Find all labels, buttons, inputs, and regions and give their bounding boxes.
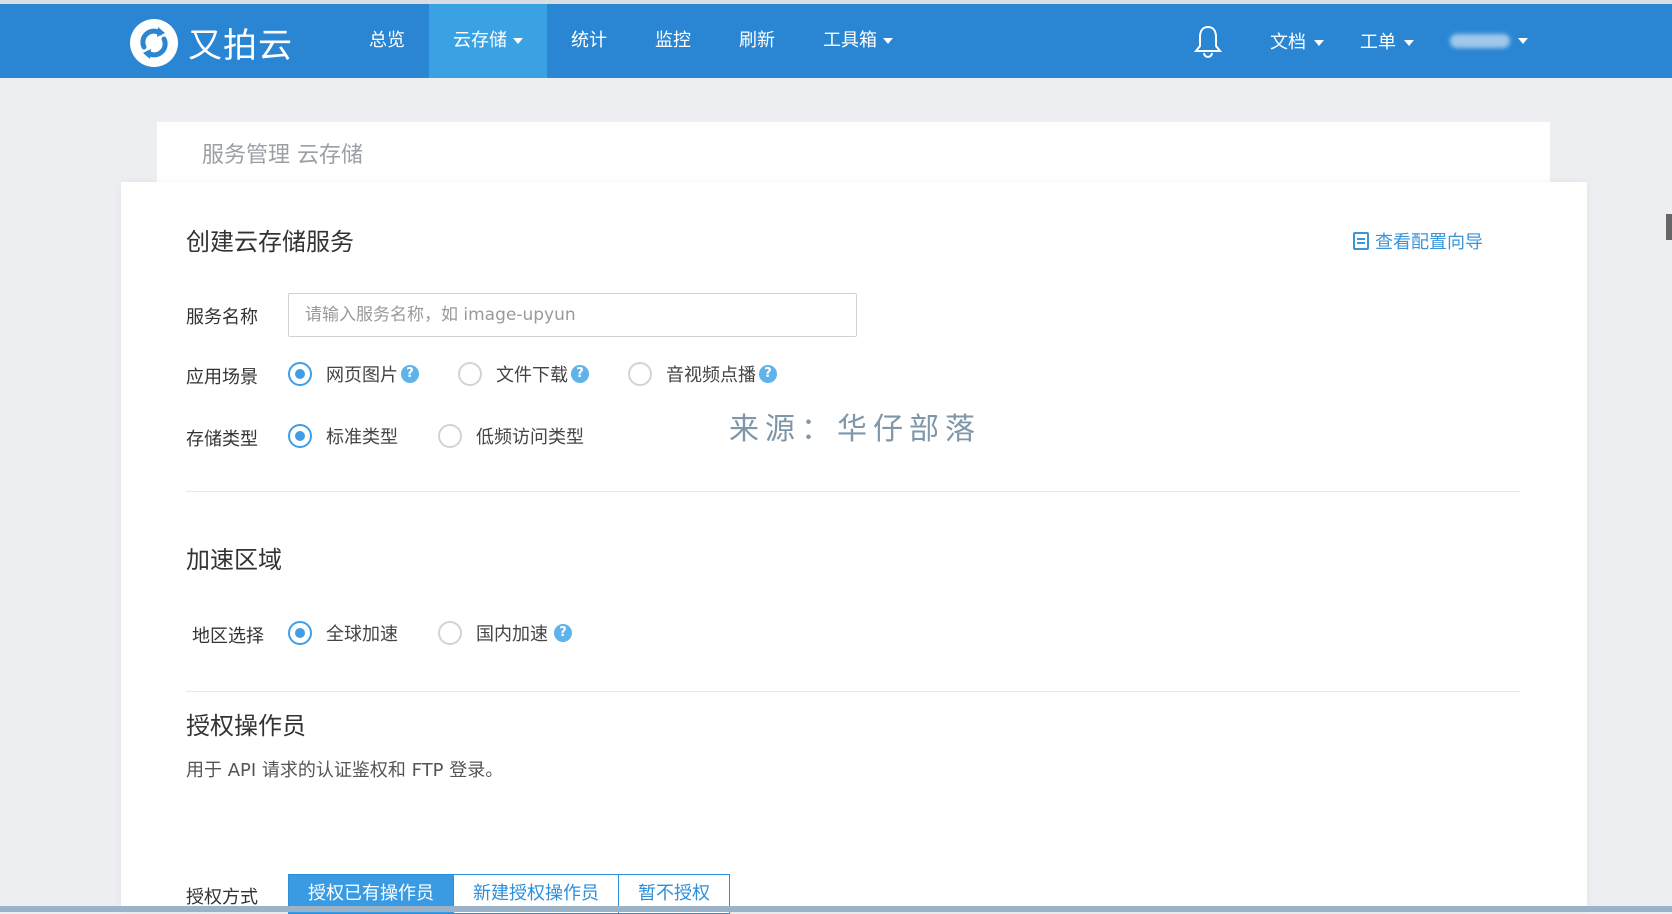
scenario-option-label: 文件下载 [496, 365, 568, 386]
form-title: 创建云存储服务 [186, 228, 354, 256]
chevron-down-icon [883, 38, 893, 44]
service-name-label: 服务名称 [186, 307, 258, 328]
region-option-domestic[interactable]: 国内加速 ? [438, 620, 572, 646]
chevron-down-icon [1404, 40, 1414, 46]
region-option-label: 全球加速 [326, 624, 398, 645]
scenario-option-file-download[interactable]: 文件下载 ? [458, 361, 589, 387]
chevron-down-icon [513, 38, 523, 44]
radio-icon [438, 621, 462, 645]
nav-docs[interactable]: 文档 [1252, 28, 1342, 54]
help-icon[interactable]: ? [401, 365, 419, 383]
operator-description: 用于 API 请求的认证鉴权和 FTP 登录。 [186, 760, 504, 781]
region-option-global[interactable]: 全球加速 [288, 620, 398, 646]
radio-icon [458, 362, 482, 386]
nav-cloud-storage[interactable]: 云存储 [429, 4, 547, 78]
config-guide-link[interactable]: 查看配置向导 [1353, 228, 1483, 254]
nav-docs-label: 文档 [1270, 32, 1306, 53]
chevron-down-icon [1518, 38, 1528, 44]
radio-checked-icon [288, 362, 312, 386]
scenario-option-web-images[interactable]: 网页图片 ? [288, 361, 419, 387]
nav-toolbox-label: 工具箱 [823, 30, 877, 51]
nav-statistics[interactable]: 统计 [547, 4, 631, 78]
nav-monitor[interactable]: 监控 [631, 4, 715, 78]
nav-overview[interactable]: 总览 [345, 4, 429, 78]
radio-checked-icon [288, 621, 312, 645]
logo-icon [130, 18, 178, 67]
storage-option-label: 标准类型 [326, 427, 398, 448]
brand-name: 又拍云 [188, 26, 293, 66]
help-icon[interactable]: ? [554, 624, 572, 642]
nav-toolbox[interactable]: 工具箱 [799, 4, 917, 78]
scenario-option-video-on-demand[interactable]: 音视频点播 ? [628, 361, 777, 387]
scenario-option-label: 音视频点播 [666, 365, 756, 386]
page-title: 服务管理 云存储 [202, 143, 363, 168]
bell-icon[interactable] [1192, 4, 1224, 78]
config-guide-label: 查看配置向导 [1375, 232, 1483, 253]
main-nav: 总览 云存储 统计 监控 刷新 工具箱 [345, 4, 917, 78]
storage-option-infrequent[interactable]: 低频访问类型 [438, 423, 584, 449]
acceleration-title: 加速区域 [186, 546, 282, 574]
nav-overview-label: 总览 [369, 30, 405, 51]
watermark-text: 来源：华仔部落 [729, 412, 981, 447]
create-service-card: 创建云存储服务 查看配置向导 服务名称 应用场景 网页图片 ? 文件下载 ? 音… [121, 182, 1587, 914]
scenario-option-label: 网页图片 [326, 365, 398, 386]
user-menu[interactable] [1432, 34, 1552, 48]
radio-icon [628, 362, 652, 386]
nav-refresh-label: 刷新 [739, 30, 775, 51]
divider [186, 491, 1520, 492]
scenario-label: 应用场景 [186, 367, 258, 388]
storage-type-label: 存储类型 [186, 429, 258, 450]
right-nav: 文档 工单 [1192, 4, 1672, 78]
divider [186, 691, 1520, 692]
region-option-label: 国内加速 [476, 624, 548, 645]
nav-monitor-label: 监控 [655, 30, 691, 51]
help-icon[interactable]: ? [759, 365, 777, 383]
nav-tickets-label: 工单 [1360, 32, 1396, 53]
document-icon [1353, 232, 1369, 250]
nav-cloud-storage-label: 云存储 [453, 30, 507, 51]
storage-option-standard[interactable]: 标准类型 [288, 423, 398, 449]
help-icon[interactable]: ? [571, 365, 589, 383]
radio-icon [438, 424, 462, 448]
radio-checked-icon [288, 424, 312, 448]
nav-tickets[interactable]: 工单 [1342, 28, 1432, 54]
nav-statistics-label: 统计 [571, 30, 607, 51]
brand-logo[interactable]: 又拍云 [130, 18, 293, 67]
breadcrumb: 服务管理 云存储 [157, 122, 1550, 182]
operator-title: 授权操作员 [186, 712, 306, 740]
service-name-input[interactable] [288, 293, 857, 337]
chevron-down-icon [1314, 40, 1324, 46]
scrollbar[interactable] [1666, 214, 1672, 240]
top-navbar: 又拍云 总览 云存储 统计 监控 刷新 工具箱 文档 工单 [0, 0, 1672, 78]
storage-option-label: 低频访问类型 [476, 427, 584, 448]
region-label: 地区选择 [192, 626, 264, 647]
avatar [1450, 34, 1510, 48]
nav-refresh[interactable]: 刷新 [715, 4, 799, 78]
taskbar [0, 906, 1672, 912]
